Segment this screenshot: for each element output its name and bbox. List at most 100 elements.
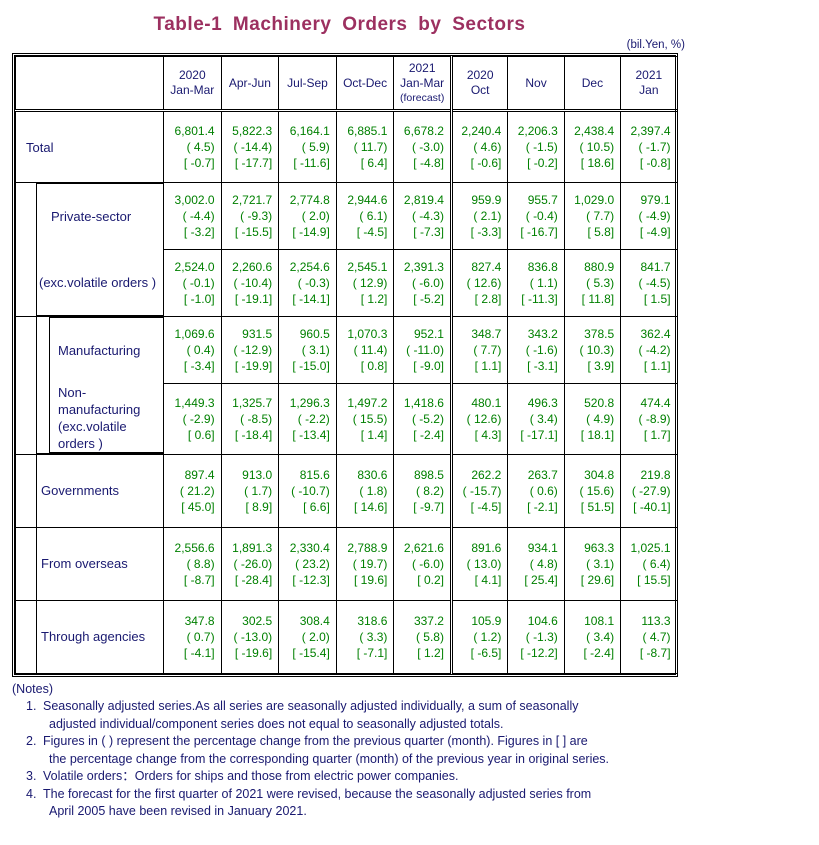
yoy: [ 11.8] bbox=[581, 292, 615, 306]
header-period: Apr-Jun bbox=[228, 75, 271, 90]
qoq: ( -15.7) bbox=[462, 483, 502, 498]
value: 2,545.1 bbox=[347, 260, 388, 274]
value: 2,788.9 bbox=[347, 540, 388, 555]
table-row-private-sector: Private-sector 3,002.0 ( -4.4) [ -3.2] 2… bbox=[15, 182, 678, 250]
yoy: [ -4.5] bbox=[356, 225, 388, 239]
value: 960.5 bbox=[299, 327, 330, 341]
value: 262.2 bbox=[471, 467, 502, 482]
cell-mfg-5: 348.7 ( 7.7) [ 1.1] bbox=[449, 316, 509, 384]
yoy: [ -6.5] bbox=[470, 645, 502, 660]
header-note-forecast: (forecast) bbox=[400, 91, 445, 104]
yoy: [ 15.5] bbox=[637, 572, 671, 587]
header-period: Dec bbox=[581, 75, 604, 90]
value: 308.4 bbox=[299, 613, 330, 628]
value: 2,819.4 bbox=[403, 193, 444, 207]
qoq: ( -2.2) bbox=[297, 411, 330, 426]
cell-privatex-2: 2,254.6 ( -0.3) [ -14.1] bbox=[278, 249, 337, 317]
value: 302.5 bbox=[242, 613, 273, 628]
cell-gov-3: 830.6 ( 1.8) [ 14.6] bbox=[335, 453, 395, 528]
note-line: the percentage change from the correspon… bbox=[49, 751, 610, 766]
cell-ovs-7: 963.3 ( 3.1) [ 29.6] bbox=[563, 526, 622, 601]
table-row-private-sector-exc-volatile: (exc.volatile orders ) 2,524.0 ( -0.1) [… bbox=[15, 249, 678, 317]
cell-agn-8: 113.3 ( 4.7) [ -8.7] bbox=[620, 599, 678, 674]
yoy: [ -2.1] bbox=[527, 499, 558, 514]
yoy: [ -0.6] bbox=[470, 156, 502, 170]
cell-agn-5: 105.9 ( 1.2) [ -6.5] bbox=[449, 599, 509, 674]
yoy: [ -0.2] bbox=[527, 156, 558, 170]
header-period: Jan-Mar bbox=[400, 75, 445, 90]
cell-total-1: 5,822.3 ( -14.4) [ -17.7] bbox=[220, 109, 280, 183]
qoq: ( 10.3) bbox=[579, 343, 615, 357]
qoq: ( -4.9) bbox=[638, 209, 671, 223]
yoy: [ 1.1] bbox=[643, 359, 671, 373]
value: 318.6 bbox=[357, 613, 388, 628]
qoq: ( 4.9) bbox=[586, 411, 615, 426]
qoq: ( 3.4) bbox=[529, 411, 558, 426]
yoy: [ -19.1] bbox=[234, 292, 273, 306]
yoy: [ -15.0] bbox=[292, 359, 330, 373]
qoq: ( -6.0) bbox=[411, 276, 444, 290]
value: 1,449.3 bbox=[174, 395, 215, 410]
cell-mfg-1: 931.5 ( -12.9) [ -19.9] bbox=[220, 316, 280, 384]
yoy: [ -3.4] bbox=[183, 359, 215, 373]
qoq: ( 1.7) bbox=[244, 483, 273, 498]
yoy: [ 0.2] bbox=[417, 572, 444, 587]
yoy: [ -12.2] bbox=[520, 645, 558, 660]
value: 1,497.2 bbox=[347, 395, 388, 410]
yoy: [ -3.1] bbox=[527, 359, 558, 373]
cell-private-2: 2,774.8 ( 2.0) [ -14.9] bbox=[278, 182, 337, 250]
cell-privatex-5: 827.4 ( 12.6) [ 2.8] bbox=[449, 249, 509, 317]
value: 2,721.7 bbox=[232, 193, 273, 207]
header-period: Nov bbox=[525, 75, 547, 90]
qoq: ( 5.8) bbox=[415, 629, 444, 644]
cell-private-5: 959.9 ( 2.1) [ -3.3] bbox=[449, 182, 509, 250]
value: 891.6 bbox=[471, 540, 502, 555]
row-label-manufacturing: Manufacturing bbox=[15, 316, 164, 384]
value: 2,240.4 bbox=[461, 124, 502, 138]
yoy: [ -16.7] bbox=[520, 225, 558, 239]
value: 348.7 bbox=[471, 327, 502, 341]
yoy: [ -14.9] bbox=[292, 225, 330, 239]
header-col-2: Jul-Sep bbox=[278, 56, 337, 111]
row-label-private-sector: Private-sector bbox=[15, 182, 164, 250]
yoy: [ 25.4] bbox=[524, 572, 558, 587]
cell-agn-6: 104.6 ( -1.3) [ -12.2] bbox=[507, 599, 565, 674]
value: 2,524.0 bbox=[174, 260, 215, 274]
header-row: 2020 Jan-Mar Apr-Jun Jul-Sep Oct-Dec 202… bbox=[15, 56, 678, 111]
yoy: [ -4.5] bbox=[470, 499, 502, 514]
note-line: The forecast for the first quarter of 20… bbox=[43, 786, 592, 801]
cell-private-3: 2,944.6 ( 6.1) [ -4.5] bbox=[335, 182, 395, 250]
row-label-through-agencies: Through agencies bbox=[15, 599, 164, 674]
value: 955.7 bbox=[527, 193, 558, 207]
value: 827.4 bbox=[471, 260, 502, 274]
header-col-6: Nov bbox=[507, 56, 565, 111]
cell-private-1: 2,721.7 ( -9.3) [ -15.5] bbox=[220, 182, 280, 250]
row-label-text: Private-sector bbox=[51, 209, 132, 225]
cell-ovs-8: 1,025.1 ( 6.4) [ 15.5] bbox=[620, 526, 678, 601]
header-period: Jul-Sep bbox=[287, 75, 328, 90]
value: 113.3 bbox=[641, 613, 671, 628]
value: 304.8 bbox=[584, 467, 615, 482]
qoq: ( 6.4) bbox=[642, 556, 671, 571]
header-col-5: 2020 Oct bbox=[449, 56, 509, 111]
yoy: [ -4.8] bbox=[413, 156, 444, 170]
row-label-text: Governments bbox=[41, 483, 120, 498]
note-line: Figures in ( ) represent the percentage … bbox=[43, 734, 588, 748]
qoq: ( -1.3) bbox=[525, 629, 558, 644]
cell-agn-0: 347.8 ( 0.7) [ -4.1] bbox=[163, 599, 222, 674]
cell-agn-1: 302.5 ( -13.0) [ -19.6] bbox=[220, 599, 280, 674]
value: 2,206.3 bbox=[517, 124, 558, 138]
qoq: ( 3.3) bbox=[359, 629, 388, 644]
qoq: ( 23.2) bbox=[295, 556, 330, 571]
cell-agn-7: 108.1 ( 3.4) [ -2.4] bbox=[563, 599, 622, 674]
cell-nonmfg-6: 496.3 ( 3.4) [ -17.1] bbox=[507, 383, 565, 455]
machinery-orders-table: 2020 Jan-Mar Apr-Jun Jul-Sep Oct-Dec 202… bbox=[15, 56, 678, 674]
yoy: [ 1.1] bbox=[474, 359, 502, 373]
cell-nonmfg-3: 1,497.2 ( 15.5) [ 1.4] bbox=[335, 383, 395, 455]
value: 1,069.6 bbox=[174, 327, 215, 341]
yoy: [ 1.5] bbox=[643, 292, 671, 306]
qoq: ( 4.8) bbox=[529, 556, 558, 571]
cell-privatex-6: 836.8 ( 1.1) [ -11.3] bbox=[507, 249, 565, 317]
value: 931.5 bbox=[242, 327, 273, 341]
yoy: [ 1.2] bbox=[417, 645, 444, 660]
